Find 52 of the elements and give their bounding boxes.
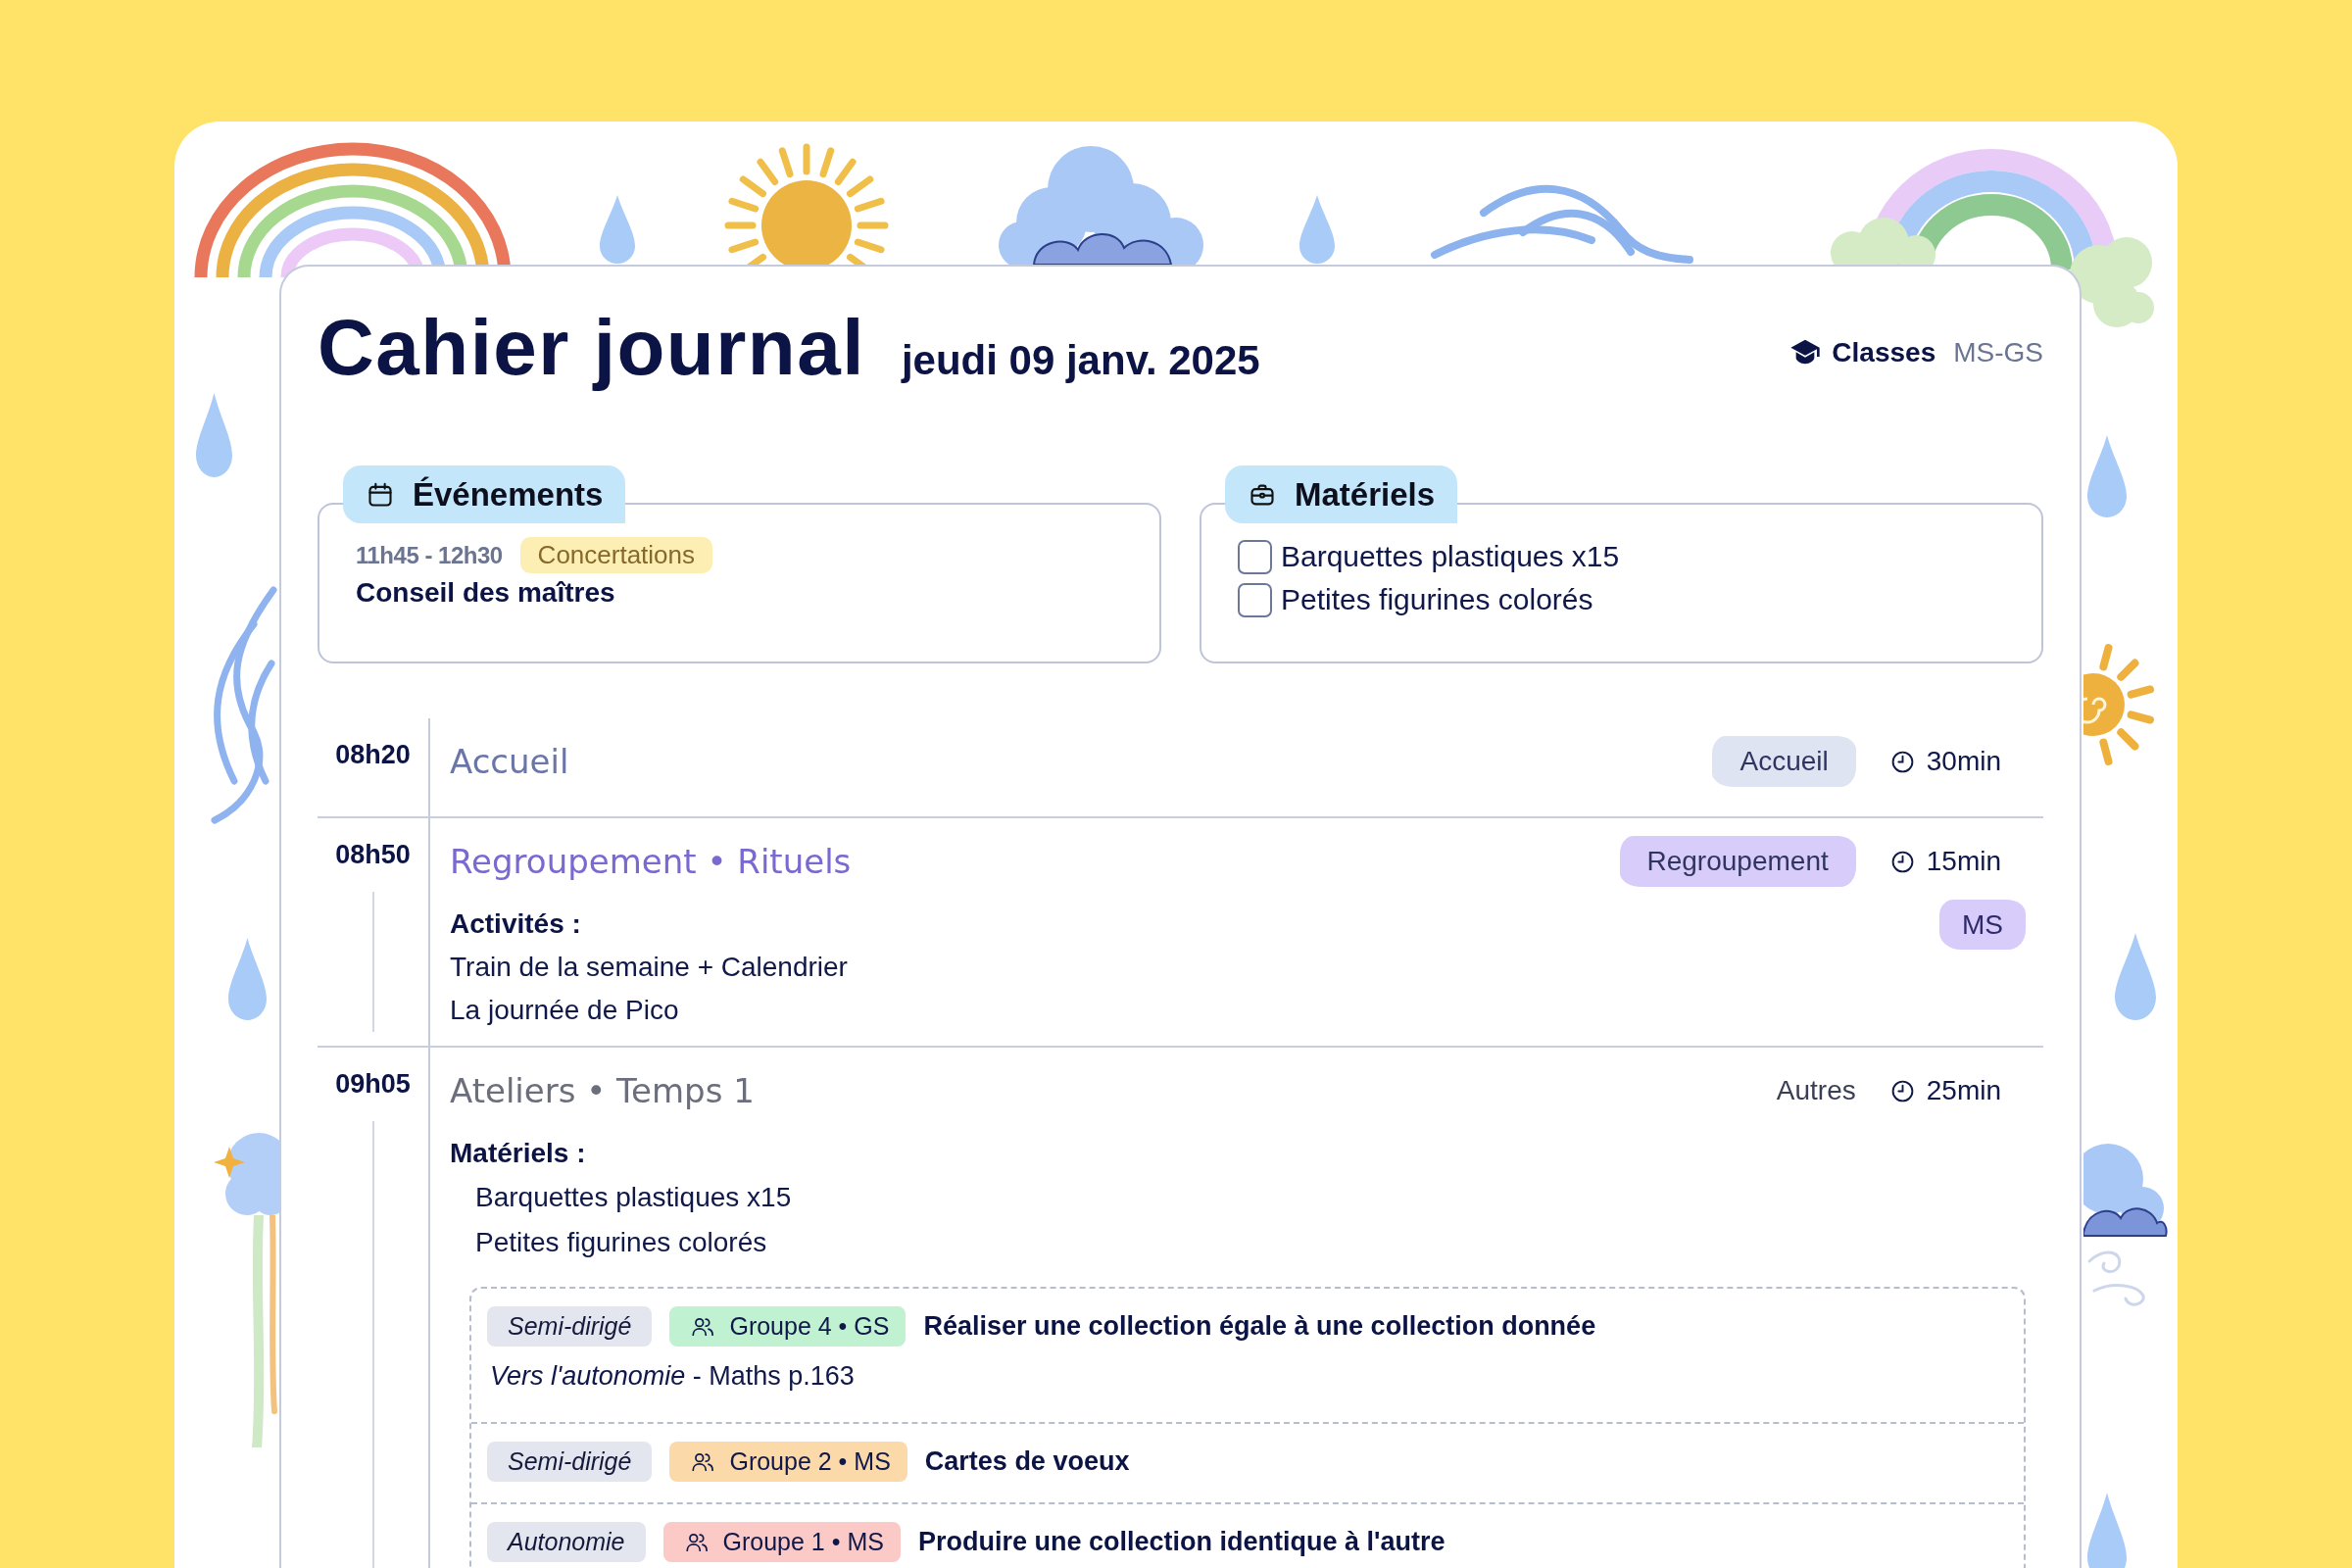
event-tag: Concertations [519, 537, 713, 573]
mode-badge: Semi-dirigé [487, 1442, 653, 1482]
duration-label: 15min [1926, 846, 2001, 877]
event-name: Conseil des maîtres [356, 576, 616, 610]
group-label: Groupe 4 • GS [729, 1312, 890, 1341]
time-label: 08h50 [335, 839, 411, 871]
events-title: Événements [413, 475, 604, 514]
raindrop-icon [1299, 195, 1335, 264]
material-item: Barquettes plastiques x15 [474, 1181, 793, 1214]
clock-icon [1889, 749, 1915, 774]
time-label: 09h05 [335, 1068, 411, 1101]
workshop-title: Produire une collection identique à l'autre [917, 1527, 1446, 1557]
time-label: 08h20 [335, 739, 411, 771]
workshop-title: Réaliser une collection égale à une collection donnée [923, 1311, 1596, 1342]
category-badge: Regroupement [1619, 836, 1856, 887]
duration-label: 30min [1926, 746, 2001, 777]
material-label: Barquettes plastiques x15 [1281, 540, 1620, 573]
checkbox[interactable] [1238, 539, 1272, 574]
materials-title: Matériels [1295, 475, 1436, 514]
duration-label: 25min [1926, 1075, 2001, 1106]
raindrop-icon [600, 195, 635, 264]
workshop-note: Vers l'autonomie - Maths p.163 [490, 1360, 856, 1393]
group-label: Groupe 1 • MS [722, 1528, 884, 1556]
activity-title: Regroupement • Rituels [450, 841, 853, 883]
classes-value: MS-GS [1953, 337, 2043, 368]
mode-badge: Semi-dirigé [487, 1306, 653, 1347]
activity-item: La journée de Pico [450, 994, 680, 1027]
material-label: Petites figurines colorés [1281, 583, 1593, 616]
group-label: Groupe 2 • MS [729, 1447, 891, 1476]
clock-icon [1889, 849, 1915, 874]
raindrop-icon [228, 938, 267, 1020]
date-label: jeudi 09 janv. 2025 [901, 337, 1260, 384]
raindrop-icon [2115, 933, 2156, 1020]
activity-item: Train de la semaine + Calendrier [450, 951, 849, 984]
raindrop-icon [2087, 435, 2127, 517]
raindrop-icon [196, 393, 232, 477]
class-tag: MS [1939, 900, 2026, 950]
classes-label: Classes [1832, 337, 1936, 368]
section-heading: Activités : [450, 907, 582, 941]
checkbox[interactable] [1238, 582, 1272, 617]
raindrop-icon [2087, 1493, 2127, 1568]
event-time: 11h45 - 12h30 [356, 541, 503, 569]
calendar-icon [367, 480, 394, 509]
material-item: Petites figurines colorés [474, 1226, 768, 1259]
category-label: Autres [1776, 1075, 1856, 1106]
category-badge: Accueil [1712, 736, 1856, 787]
mode-badge: Autonomie [487, 1522, 646, 1562]
activity-title: Accueil [450, 741, 570, 783]
section-heading: Matériels : [450, 1137, 587, 1170]
clock-icon [1889, 1078, 1915, 1103]
workshop-title: Cartes de voeux [924, 1446, 1130, 1477]
activity-title: Ateliers • Temps 1 [450, 1070, 756, 1112]
